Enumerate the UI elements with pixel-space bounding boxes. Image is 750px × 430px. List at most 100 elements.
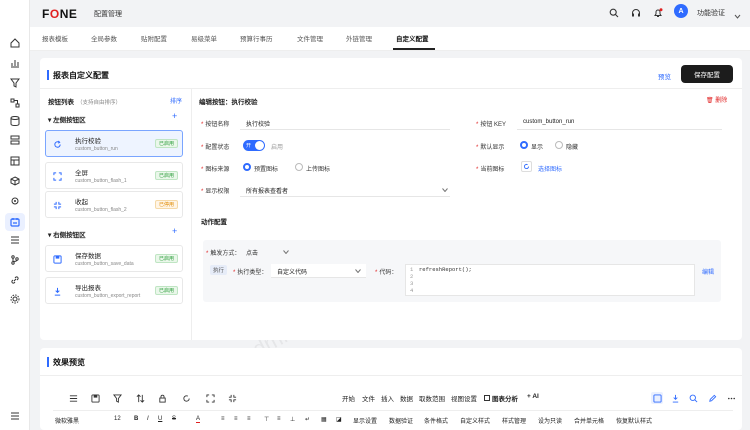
menu-chart-analysis[interactable]: 图表分析 — [484, 393, 518, 403]
more-icon[interactable] — [725, 392, 737, 404]
font-size-select[interactable]: 12 — [114, 416, 121, 422]
cube-icon[interactable] — [9, 175, 21, 187]
format-display[interactable]: 显示设置 — [353, 416, 377, 425]
name-input[interactable]: 执行校验 — [240, 116, 450, 130]
settings-icon[interactable] — [9, 195, 21, 207]
database-icon[interactable] — [9, 115, 21, 127]
radio-hide[interactable] — [555, 141, 563, 149]
search-icon[interactable] — [609, 6, 619, 20]
menu-collapse-icon[interactable] — [9, 410, 21, 422]
button-item-collapse[interactable]: 收起 custom_button_flash_2 已停用 — [45, 191, 183, 218]
bell-icon[interactable] — [653, 6, 663, 20]
format-reset[interactable]: 恢复默认样式 — [616, 416, 652, 425]
report-icon[interactable] — [9, 155, 21, 167]
chart-icon[interactable] — [9, 57, 21, 69]
zoom-icon[interactable] — [687, 392, 699, 404]
edit-icon[interactable] — [706, 392, 718, 404]
add-right-button[interactable]: + — [172, 226, 177, 236]
format-conditional[interactable]: 条件格式 — [424, 416, 448, 425]
format-validation[interactable]: 数据验证 — [389, 416, 413, 425]
fullscreen-icon[interactable] — [204, 392, 216, 404]
home-icon[interactable] — [9, 37, 21, 49]
menu-ai[interactable]: + AI — [527, 393, 539, 400]
link-icon[interactable] — [9, 274, 21, 286]
menu-view[interactable]: 视图设置 — [451, 393, 477, 403]
lock-icon[interactable] — [156, 392, 168, 404]
add-left-button[interactable]: + — [172, 111, 177, 121]
button-item-fullscreen[interactable]: 全屏 custom_button_flash_1 已启用 — [45, 162, 183, 189]
tab-attach-config[interactable]: 贴附配置 — [141, 33, 167, 43]
tab-file-management[interactable]: 文件管理 — [297, 33, 323, 43]
refresh-icon[interactable] — [180, 392, 192, 404]
delete-button[interactable]: 🗑 删除 — [706, 95, 727, 104]
line-number: 2 — [410, 273, 414, 280]
menu-start[interactable]: 开始 — [342, 393, 355, 403]
radio-show[interactable] — [520, 141, 528, 149]
format-readonly[interactable]: 设为只读 — [538, 416, 562, 425]
tab-menu[interactable]: 易级菜单 — [191, 33, 217, 43]
tab-external-links[interactable]: 外链管理 — [346, 33, 372, 43]
code-text: refreshReport(); — [419, 266, 472, 273]
align-middle-icon[interactable]: ≡ — [277, 416, 281, 422]
tab-custom-config[interactable]: 自定义配置 — [396, 33, 429, 43]
filter-icon[interactable] — [111, 392, 123, 404]
edit-code-link[interactable]: 编辑 — [702, 267, 714, 276]
save-config-button[interactable]: 保存配置 — [681, 65, 733, 83]
user-name[interactable]: 功能验证 — [697, 8, 725, 18]
font-name-select[interactable]: 微软雅黑 — [55, 416, 79, 425]
button-item-save-data[interactable]: 保存数据 custom_button_save_data 已启用 — [45, 245, 183, 272]
radio-show-label: 显示 — [531, 145, 544, 151]
download-icon[interactable] — [669, 392, 681, 404]
underline-button[interactable]: U — [158, 416, 162, 422]
align-bottom-icon[interactable]: ⊥ — [290, 416, 295, 423]
preview-link[interactable]: 预览 — [658, 71, 671, 81]
save-icon[interactable] — [651, 392, 663, 404]
radio-preset-icon[interactable] — [243, 163, 251, 171]
menu-file[interactable]: 文件 — [362, 393, 375, 403]
code-editor[interactable]: 1 2 3 4 refreshReport(); — [405, 264, 695, 296]
chevron-down-icon[interactable] — [734, 9, 741, 23]
collapse-icon[interactable] — [226, 392, 238, 404]
border-icon[interactable]: ▦ — [321, 416, 327, 423]
tab-budget-calendar[interactable]: 预算行事历 — [240, 33, 273, 43]
menu-range[interactable]: 取数范围 — [419, 393, 445, 403]
font-color-button[interactable]: A — [196, 416, 201, 423]
sort-link[interactable]: 排序 — [170, 96, 182, 105]
align-right-icon[interactable]: ≡ — [247, 416, 251, 422]
bold-button[interactable]: B — [134, 416, 138, 422]
italic-button[interactable]: I — [147, 416, 149, 422]
align-center-icon[interactable]: ≡ — [234, 416, 238, 422]
gear-icon[interactable] — [9, 293, 21, 305]
avatar[interactable]: A — [674, 4, 688, 18]
permission-select[interactable]: 所有报表查看者 — [240, 183, 450, 197]
flow-icon[interactable] — [9, 97, 21, 109]
format-custom-style[interactable]: 自定义样式 — [460, 416, 490, 425]
button-item-export-report[interactable]: 导出报表 custom_button_export_report 已启用 — [45, 277, 183, 304]
format-style-manage[interactable]: 样式管理 — [502, 416, 526, 425]
align-left-icon[interactable]: ≡ — [221, 416, 225, 422]
tab-report-template[interactable]: 报表模板 — [42, 33, 68, 43]
sort-icon[interactable] — [134, 392, 146, 404]
tab-global-params[interactable]: 全局参数 — [91, 33, 117, 43]
fill-icon[interactable]: ◪ — [336, 416, 342, 423]
branch-icon[interactable] — [9, 254, 21, 266]
menu-insert[interactable]: 插入 — [381, 393, 394, 403]
save-icon[interactable] — [89, 392, 101, 404]
button-item-run[interactable]: 执行校验 custom_button_run 已启用 — [45, 130, 183, 157]
menu-data[interactable]: 数据 — [400, 393, 413, 403]
custom-config-icon[interactable] — [5, 213, 25, 231]
strikethrough-button[interactable]: S — [172, 416, 176, 422]
exec-type-select[interactable]: 自定义代码 — [271, 264, 366, 278]
list-icon[interactable] — [9, 234, 21, 246]
headset-icon[interactable] — [631, 6, 641, 20]
server-icon[interactable] — [9, 134, 21, 146]
format-merge[interactable]: 合并单元格 — [574, 416, 604, 425]
align-top-icon[interactable]: ⊤ — [264, 416, 269, 423]
menu-icon[interactable] — [67, 392, 79, 404]
radio-upload-icon[interactable] — [295, 163, 303, 171]
choose-icon-link[interactable]: 选择图标 — [538, 164, 562, 173]
state-toggle[interactable]: 开 — [243, 140, 265, 151]
filter-icon[interactable] — [9, 77, 21, 89]
key-input[interactable]: custom_button_run — [517, 116, 722, 130]
wrap-icon[interactable]: ↵ — [305, 416, 310, 423]
